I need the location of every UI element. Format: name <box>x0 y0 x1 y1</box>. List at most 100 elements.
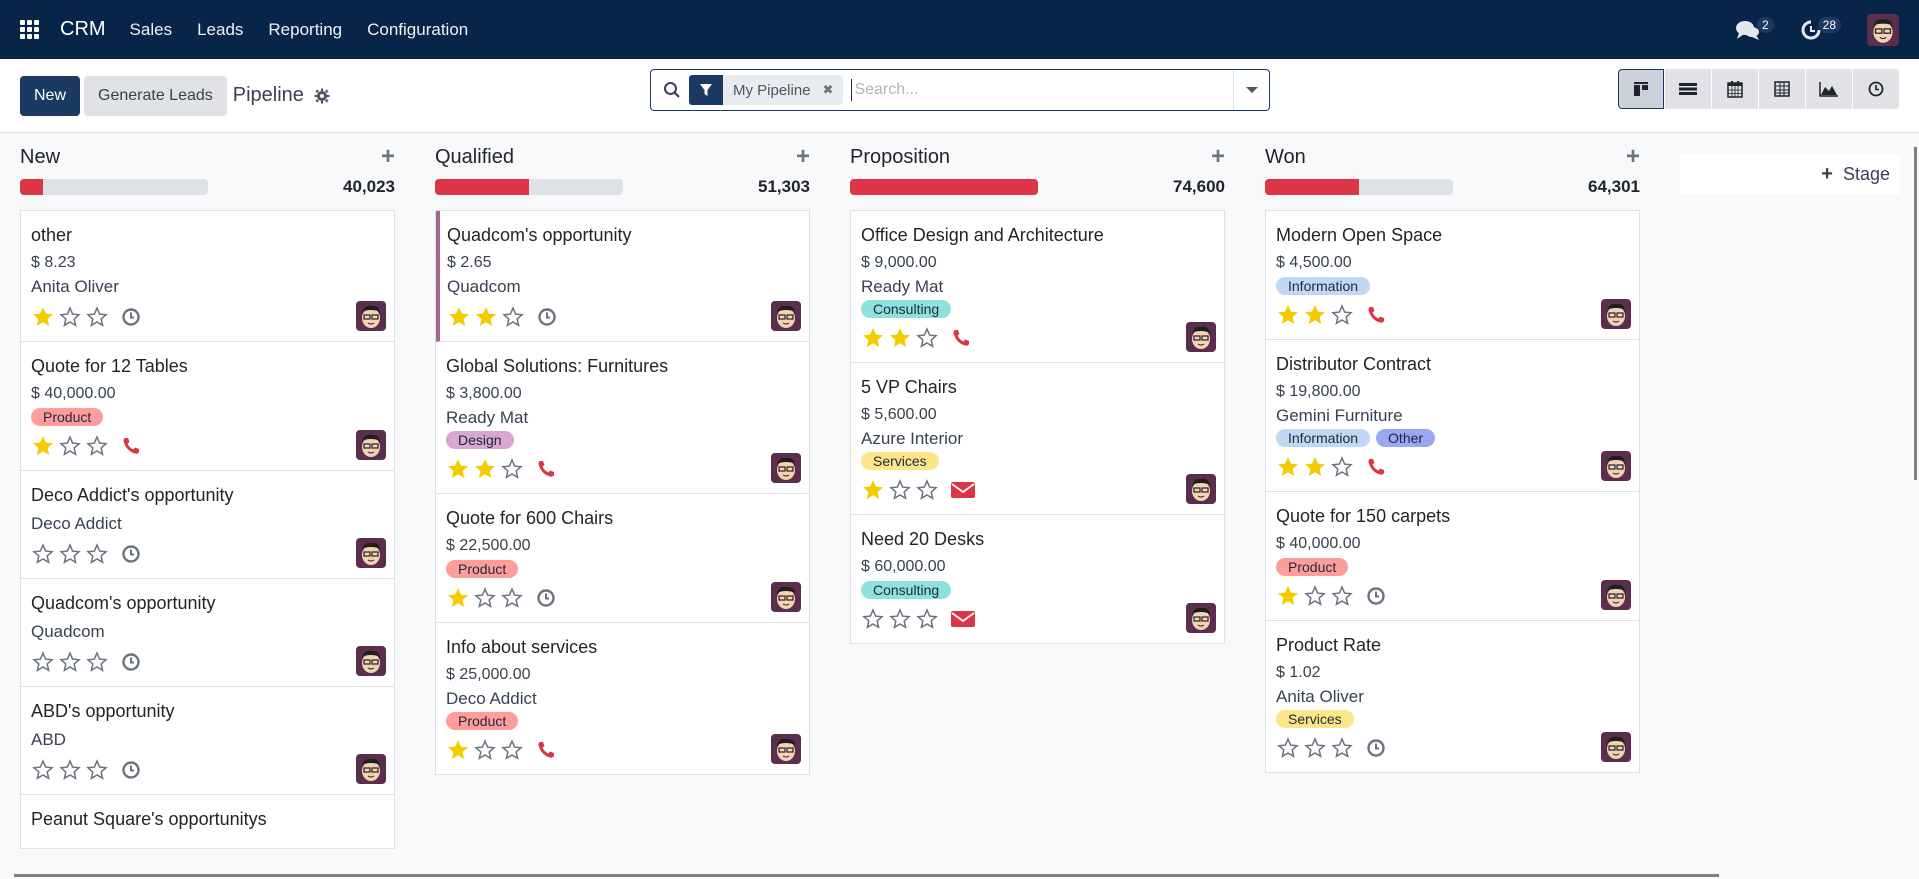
phone-icon[interactable] <box>536 740 556 760</box>
star-empty-icon[interactable] <box>31 650 55 674</box>
remove-facet-icon[interactable]: ✖ <box>821 75 844 105</box>
salesperson-avatar[interactable] <box>1186 322 1216 352</box>
messages-button[interactable]: 2 <box>1735 16 1774 41</box>
salesperson-avatar[interactable] <box>1601 732 1631 762</box>
column-title[interactable]: New <box>20 146 60 169</box>
column-title[interactable]: Proposition <box>850 146 950 169</box>
menu-sales[interactable]: Sales <box>130 20 173 40</box>
star-empty-icon[interactable] <box>1330 584 1354 608</box>
generate-leads-button[interactable]: Generate Leads <box>84 75 227 116</box>
salesperson-avatar[interactable] <box>356 430 386 460</box>
star-empty-icon[interactable] <box>500 586 524 610</box>
view-calendar-button[interactable] <box>1712 69 1758 109</box>
star-empty-icon[interactable] <box>473 738 497 762</box>
star-empty-icon[interactable] <box>1330 303 1354 327</box>
star-empty-icon[interactable] <box>888 607 912 631</box>
star-empty-icon[interactable] <box>500 738 524 762</box>
star-filled-icon[interactable] <box>861 326 885 350</box>
star-filled-icon[interactable] <box>1303 303 1327 327</box>
phone-icon[interactable] <box>951 328 971 348</box>
user-avatar[interactable] <box>1867 13 1899 46</box>
opportunity-card[interactable]: Modern Open Space $ 4,500.00 Information <box>1266 211 1639 340</box>
view-activity-button[interactable] <box>1853 69 1899 109</box>
star-filled-icon[interactable] <box>1276 584 1300 608</box>
menu-reporting[interactable]: Reporting <box>268 20 342 40</box>
star-empty-icon[interactable] <box>31 542 55 566</box>
app-brand[interactable]: CRM <box>60 18 106 41</box>
star-empty-icon[interactable] <box>861 607 885 631</box>
envelope-icon[interactable] <box>951 481 975 499</box>
star-empty-icon[interactable] <box>31 758 55 782</box>
menu-leads[interactable]: Leads <box>197 20 243 40</box>
app-menu-icon[interactable] <box>20 19 40 40</box>
view-pivot-button[interactable] <box>1759 69 1805 109</box>
opportunity-card[interactable]: Peanut Square's opportunitys <box>21 795 394 848</box>
horizontal-scrollbar[interactable] <box>14 874 1719 877</box>
activities-button[interactable]: 28 <box>1800 16 1841 41</box>
opportunity-card[interactable]: Need 20 Desks $ 60,000.00 Consulting <box>851 515 1224 643</box>
opportunity-card[interactable]: Quadcom's opportunity Quadcom <box>21 579 394 687</box>
salesperson-avatar[interactable] <box>1186 603 1216 633</box>
star-filled-icon[interactable] <box>861 478 885 502</box>
quick-create-plus-icon[interactable]: + <box>1626 145 1640 169</box>
salesperson-avatar[interactable] <box>356 754 386 784</box>
progress-bar[interactable] <box>20 179 208 195</box>
search-input[interactable] <box>851 79 1233 101</box>
star-empty-icon[interactable] <box>58 542 82 566</box>
star-empty-icon[interactable] <box>58 434 82 458</box>
opportunity-card[interactable]: Quote for 12 Tables $ 40,000.00 Product <box>21 342 394 471</box>
opportunity-card[interactable]: 5 VP Chairs $ 5,600.00 Azure Interior Servi… <box>851 363 1224 515</box>
new-button[interactable]: New <box>20 75 81 116</box>
star-empty-icon[interactable] <box>58 758 82 782</box>
star-empty-icon[interactable] <box>473 586 497 610</box>
view-list-button[interactable] <box>1665 69 1711 109</box>
quick-create-plus-icon[interactable]: + <box>381 145 395 169</box>
star-empty-icon[interactable] <box>85 542 109 566</box>
salesperson-avatar[interactable] <box>771 453 801 483</box>
phone-icon[interactable] <box>121 436 141 456</box>
opportunity-card[interactable]: Office Design and Architecture $ 9,000.00… <box>851 211 1224 363</box>
clock-icon[interactable] <box>1366 738 1386 758</box>
salesperson-avatar[interactable] <box>771 734 801 764</box>
progress-bar[interactable] <box>1265 179 1453 195</box>
gear-icon[interactable] <box>314 88 330 104</box>
star-filled-icon[interactable] <box>447 305 471 329</box>
view-graph-button[interactable] <box>1806 69 1852 109</box>
salesperson-avatar[interactable] <box>771 582 801 612</box>
star-filled-icon[interactable] <box>446 586 470 610</box>
star-empty-icon[interactable] <box>85 305 109 329</box>
star-empty-icon[interactable] <box>1330 455 1354 479</box>
clock-icon[interactable] <box>121 760 141 780</box>
clock-icon[interactable] <box>121 652 141 672</box>
menu-configuration[interactable]: Configuration <box>367 20 468 40</box>
opportunity-card[interactable]: other $ 8.23 Anita Oliver <box>21 211 394 342</box>
salesperson-avatar[interactable] <box>1601 299 1631 329</box>
salesperson-avatar[interactable] <box>356 301 386 331</box>
star-empty-icon[interactable] <box>915 326 939 350</box>
star-filled-icon[interactable] <box>474 305 498 329</box>
salesperson-avatar[interactable] <box>1186 474 1216 504</box>
column-title[interactable]: Won <box>1265 146 1306 169</box>
progress-bar[interactable] <box>435 179 623 195</box>
clock-icon[interactable] <box>121 307 141 327</box>
star-empty-icon[interactable] <box>85 434 109 458</box>
star-empty-icon[interactable] <box>1303 736 1327 760</box>
star-filled-icon[interactable] <box>1276 303 1300 327</box>
opportunity-card[interactable]: Quote for 600 Chairs $ 22,500.00 Product <box>436 494 809 623</box>
progress-bar[interactable] <box>850 179 1038 195</box>
star-empty-icon[interactable] <box>915 478 939 502</box>
clock-icon[interactable] <box>537 307 557 327</box>
opportunity-card[interactable]: Quote for 150 carpets $ 40,000.00 Product <box>1266 492 1639 621</box>
phone-icon[interactable] <box>536 459 556 479</box>
opportunity-card[interactable]: Global Solutions: Furnitures $ 3,800.00 Re… <box>436 342 809 494</box>
salesperson-avatar[interactable] <box>771 301 801 331</box>
salesperson-avatar[interactable] <box>356 538 386 568</box>
phone-icon[interactable] <box>1366 305 1386 325</box>
star-empty-icon[interactable] <box>915 607 939 631</box>
star-empty-icon[interactable] <box>85 758 109 782</box>
clock-icon[interactable] <box>536 588 556 608</box>
salesperson-avatar[interactable] <box>1601 580 1631 610</box>
star-empty-icon[interactable] <box>501 305 525 329</box>
add-stage-button[interactable]: + Stage <box>1680 154 1900 194</box>
phone-icon[interactable] <box>1366 457 1386 477</box>
